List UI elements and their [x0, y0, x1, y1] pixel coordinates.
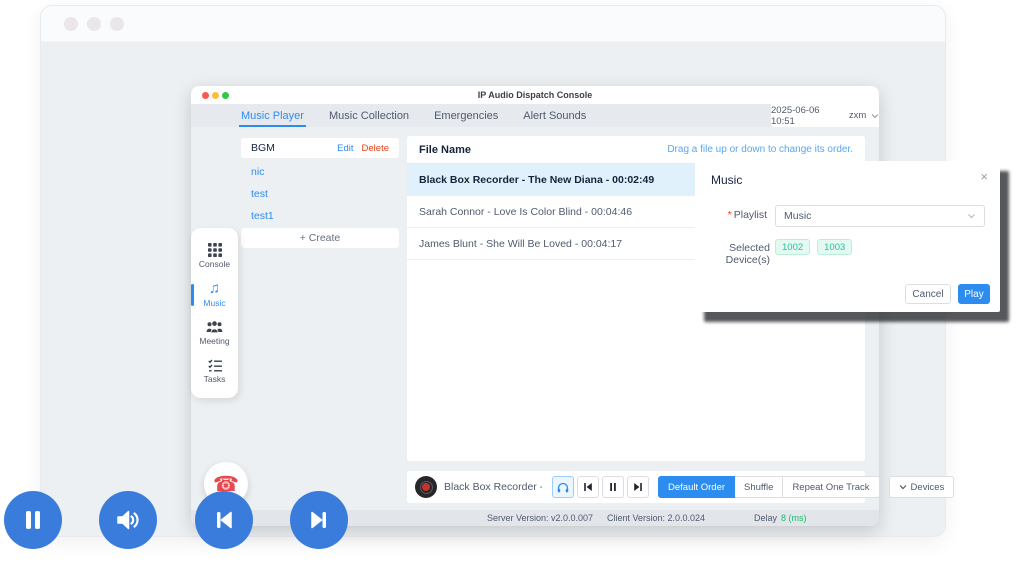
- outer-zoom-button[interactable]: [110, 17, 124, 31]
- devices-button[interactable]: Devices: [889, 476, 955, 498]
- previous-track-button[interactable]: [577, 476, 599, 498]
- nav-label: Tasks: [204, 374, 226, 384]
- user-menu[interactable]: 2025-06-06 10:51 zxm: [771, 104, 879, 127]
- delay-value: 8 (ms): [781, 513, 807, 523]
- listen-button[interactable]: [552, 476, 574, 498]
- nav-item-console[interactable]: Console: [191, 243, 238, 269]
- nav-label: Music: [203, 298, 225, 308]
- pause-icon: [608, 482, 618, 492]
- cancel-button[interactable]: Cancel: [905, 284, 951, 304]
- overlay-previous-button[interactable]: [195, 491, 253, 549]
- nav-item-music[interactable]: ♫ Music: [191, 282, 238, 308]
- player-bar: Black Box Recorder - The ...: [407, 471, 865, 503]
- nav-label: Console: [199, 259, 230, 269]
- nav-item-tasks[interactable]: Tasks: [191, 359, 238, 384]
- play-order-group: Default Order Shuffle Repeat One Track: [658, 476, 880, 498]
- previous-track-icon: [583, 482, 593, 492]
- nav-rail: Console ♫ Music Meeting: [191, 228, 238, 398]
- tab-emergencies[interactable]: Emergencies: [434, 104, 498, 127]
- tasks-checklist-icon: [208, 359, 222, 372]
- delay-label: Delay: [754, 513, 777, 523]
- next-track-button[interactable]: [627, 476, 649, 498]
- app-title: IP Audio Dispatch Console: [191, 90, 879, 100]
- skip-back-icon: [210, 506, 238, 534]
- devices-label: Devices: [911, 482, 945, 493]
- username-text: zxm: [849, 110, 866, 121]
- playlist-delete-button[interactable]: Delete: [362, 143, 389, 154]
- screen: IP Audio Dispatch Console Music Player M…: [0, 0, 1017, 582]
- app-titlebar: IP Audio Dispatch Console: [191, 86, 879, 104]
- next-track-icon: [633, 482, 643, 492]
- device-tag-list: 1002 1003: [775, 239, 852, 255]
- pause-icon: [19, 506, 47, 534]
- music-dialog: Music × *Playlist Music Selected Device(…: [695, 161, 1000, 312]
- device-tag[interactable]: 1002: [775, 239, 810, 255]
- selected-devices-label: Selected Device(s): [695, 242, 770, 266]
- chevron-down-icon: [967, 213, 976, 219]
- playlist-name: BGM: [251, 142, 275, 154]
- tab-music-player[interactable]: Music Player: [241, 104, 304, 127]
- playlist-select[interactable]: Music: [775, 205, 985, 227]
- playlist-edit-button[interactable]: Edit: [337, 143, 353, 154]
- playlist-selected-row[interactable]: BGM Edit Delete: [241, 138, 399, 158]
- tab-alert-sounds[interactable]: Alert Sounds: [523, 104, 586, 127]
- playlist-item-test[interactable]: test: [241, 184, 399, 204]
- device-tag[interactable]: 1003: [817, 239, 852, 255]
- client-version-text: Client Version: 2.0.0.024: [607, 513, 705, 523]
- volume-icon: [114, 506, 142, 534]
- playlist-item-test1[interactable]: test1: [241, 206, 399, 226]
- chevron-down-icon: [871, 113, 879, 119]
- dialog-title: Music: [711, 173, 742, 187]
- play-button[interactable]: Play: [958, 284, 990, 304]
- playlist-item-nic[interactable]: nic: [241, 162, 399, 182]
- dialog-close-icon[interactable]: ×: [980, 169, 988, 184]
- server-version-text: Server Version: v2.0.0.007: [487, 513, 593, 523]
- playlist-select-value: Music: [784, 210, 811, 222]
- create-playlist-button[interactable]: + Create: [241, 228, 399, 248]
- now-playing-title: Black Box Recorder - The ...: [444, 481, 542, 493]
- console-grid-icon: [208, 243, 222, 257]
- outer-minimize-button[interactable]: [87, 17, 101, 31]
- vinyl-record-icon: [415, 476, 437, 498]
- outer-window-titlebar: [41, 6, 945, 42]
- nav-item-meeting[interactable]: Meeting: [191, 321, 238, 346]
- music-note-icon: ♫: [209, 282, 220, 296]
- file-list-header: File Name: [419, 144, 471, 156]
- nav-label: Meeting: [199, 336, 229, 346]
- overlay-next-button[interactable]: [290, 491, 348, 549]
- chevron-down-icon: [899, 484, 907, 490]
- tab-music-collection[interactable]: Music Collection: [329, 104, 409, 127]
- pause-button[interactable]: [602, 476, 624, 498]
- skip-forward-icon: [305, 506, 333, 534]
- overlay-volume-button[interactable]: [99, 491, 157, 549]
- headphone-icon: [557, 482, 569, 493]
- playlist-field-label: *Playlist: [695, 209, 767, 221]
- outer-close-button[interactable]: [64, 17, 78, 31]
- meeting-people-icon: [206, 321, 223, 334]
- overlay-pause-button[interactable]: [4, 491, 62, 549]
- drag-hint-text: Drag a file up or down to change its ord…: [667, 144, 853, 155]
- required-asterisk: *: [728, 209, 732, 221]
- order-default-button[interactable]: Default Order: [658, 476, 735, 498]
- order-shuffle-button[interactable]: Shuffle: [735, 476, 783, 498]
- datetime-text: 2025-06-06 10:51: [771, 105, 844, 127]
- order-repeat-one-button[interactable]: Repeat One Track: [783, 476, 879, 498]
